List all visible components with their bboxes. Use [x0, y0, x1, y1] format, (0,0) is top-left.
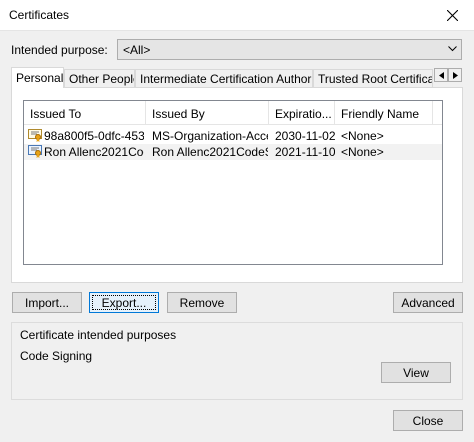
column-label: Expiratio...	[275, 107, 332, 121]
cell-expiration: 2021-11-10	[275, 145, 335, 159]
certificate-list[interactable]: Issued To Issued By Expiratio... Friendl…	[23, 100, 443, 265]
tab-intermediate-ca[interactable]: Intermediate Certification Authorities	[135, 69, 313, 87]
tab-label: Trusted Root Certification	[318, 72, 433, 86]
column-label: Friendly Name	[341, 107, 420, 121]
view-button[interactable]: View	[381, 362, 451, 383]
certificate-purposes-group: Certificate intended purposes Code Signi…	[11, 322, 463, 400]
tab-panel-personal: Issued To Issued By Expiratio... Friendl…	[11, 87, 463, 283]
import-button[interactable]: Import...	[12, 292, 82, 313]
window-close-button[interactable]	[430, 0, 474, 30]
export-button-label: Export...	[101, 295, 147, 310]
table-row[interactable]: 98a800f5-0dfc-453... MS-Organization-Acc…	[24, 128, 442, 144]
column-issued-to[interactable]: Issued To	[24, 101, 146, 125]
close-button[interactable]: Close	[393, 410, 463, 431]
tab-label: Other People	[69, 72, 135, 86]
cell-issued-to: Ron Allenc2021Cod...	[44, 145, 144, 159]
cell-issued-by: Ron Allenc2021CodeS...	[152, 145, 268, 159]
column-label: Issued To	[30, 107, 82, 121]
tab-strip: Personal Other People Intermediate Certi…	[11, 67, 463, 88]
tab-scroll-right-button[interactable]	[448, 68, 462, 82]
tab-label: Intermediate Certification Authorities	[140, 72, 312, 86]
tab-scroll-left-button[interactable]	[434, 68, 448, 82]
group-label: Certificate intended purposes	[20, 328, 177, 342]
column-issued-by[interactable]: Issued By	[146, 101, 269, 125]
table-row[interactable]: Ron Allenc2021Cod... Ron Allenc2021CodeS…	[24, 144, 442, 160]
intended-purpose-select[interactable]: <All>	[117, 39, 462, 60]
intended-purpose-value: <All>	[123, 43, 151, 57]
certificate-icon	[28, 145, 42, 158]
export-button[interactable]: Export...	[89, 292, 159, 313]
arrow-right-icon	[452, 71, 458, 79]
chevron-down-icon	[448, 46, 457, 52]
column-friendly-name[interactable]: Friendly Name	[335, 101, 433, 125]
cell-issued-to: 98a800f5-0dfc-453...	[44, 129, 144, 143]
certificate-icon	[28, 129, 42, 142]
view-button-label: View	[403, 365, 429, 380]
arrow-left-icon	[438, 71, 444, 79]
tab-label: Personal	[16, 71, 64, 85]
list-header: Issued To Issued By Expiratio... Friendl…	[24, 101, 442, 125]
close-icon	[446, 9, 458, 21]
cell-friendly-name: <None>	[341, 129, 384, 143]
cell-friendly-name: <None>	[341, 145, 384, 159]
intended-purpose-label: Intended purpose:	[11, 43, 108, 57]
cell-expiration: 2030-11-02	[275, 129, 335, 143]
tab-personal[interactable]: Personal	[11, 67, 64, 88]
import-button-label: Import...	[24, 295, 69, 310]
advanced-button-label: Advanced	[401, 295, 455, 310]
window-title: Certificates	[9, 8, 70, 22]
tab-trusted-root[interactable]: Trusted Root Certification	[313, 69, 433, 87]
certificate-purposes-value: Code Signing	[20, 349, 93, 363]
remove-button-label: Remove	[179, 295, 225, 310]
close-button-label: Close	[412, 413, 444, 428]
cell-issued-by: MS-Organization-Access	[152, 129, 268, 143]
advanced-button[interactable]: Advanced	[393, 292, 463, 313]
remove-button[interactable]: Remove	[167, 292, 237, 313]
column-label: Issued By	[152, 107, 205, 121]
tab-other-people[interactable]: Other People	[64, 69, 135, 87]
column-expiration[interactable]: Expiratio...	[269, 101, 335, 125]
title-bar: Certificates	[0, 0, 474, 31]
